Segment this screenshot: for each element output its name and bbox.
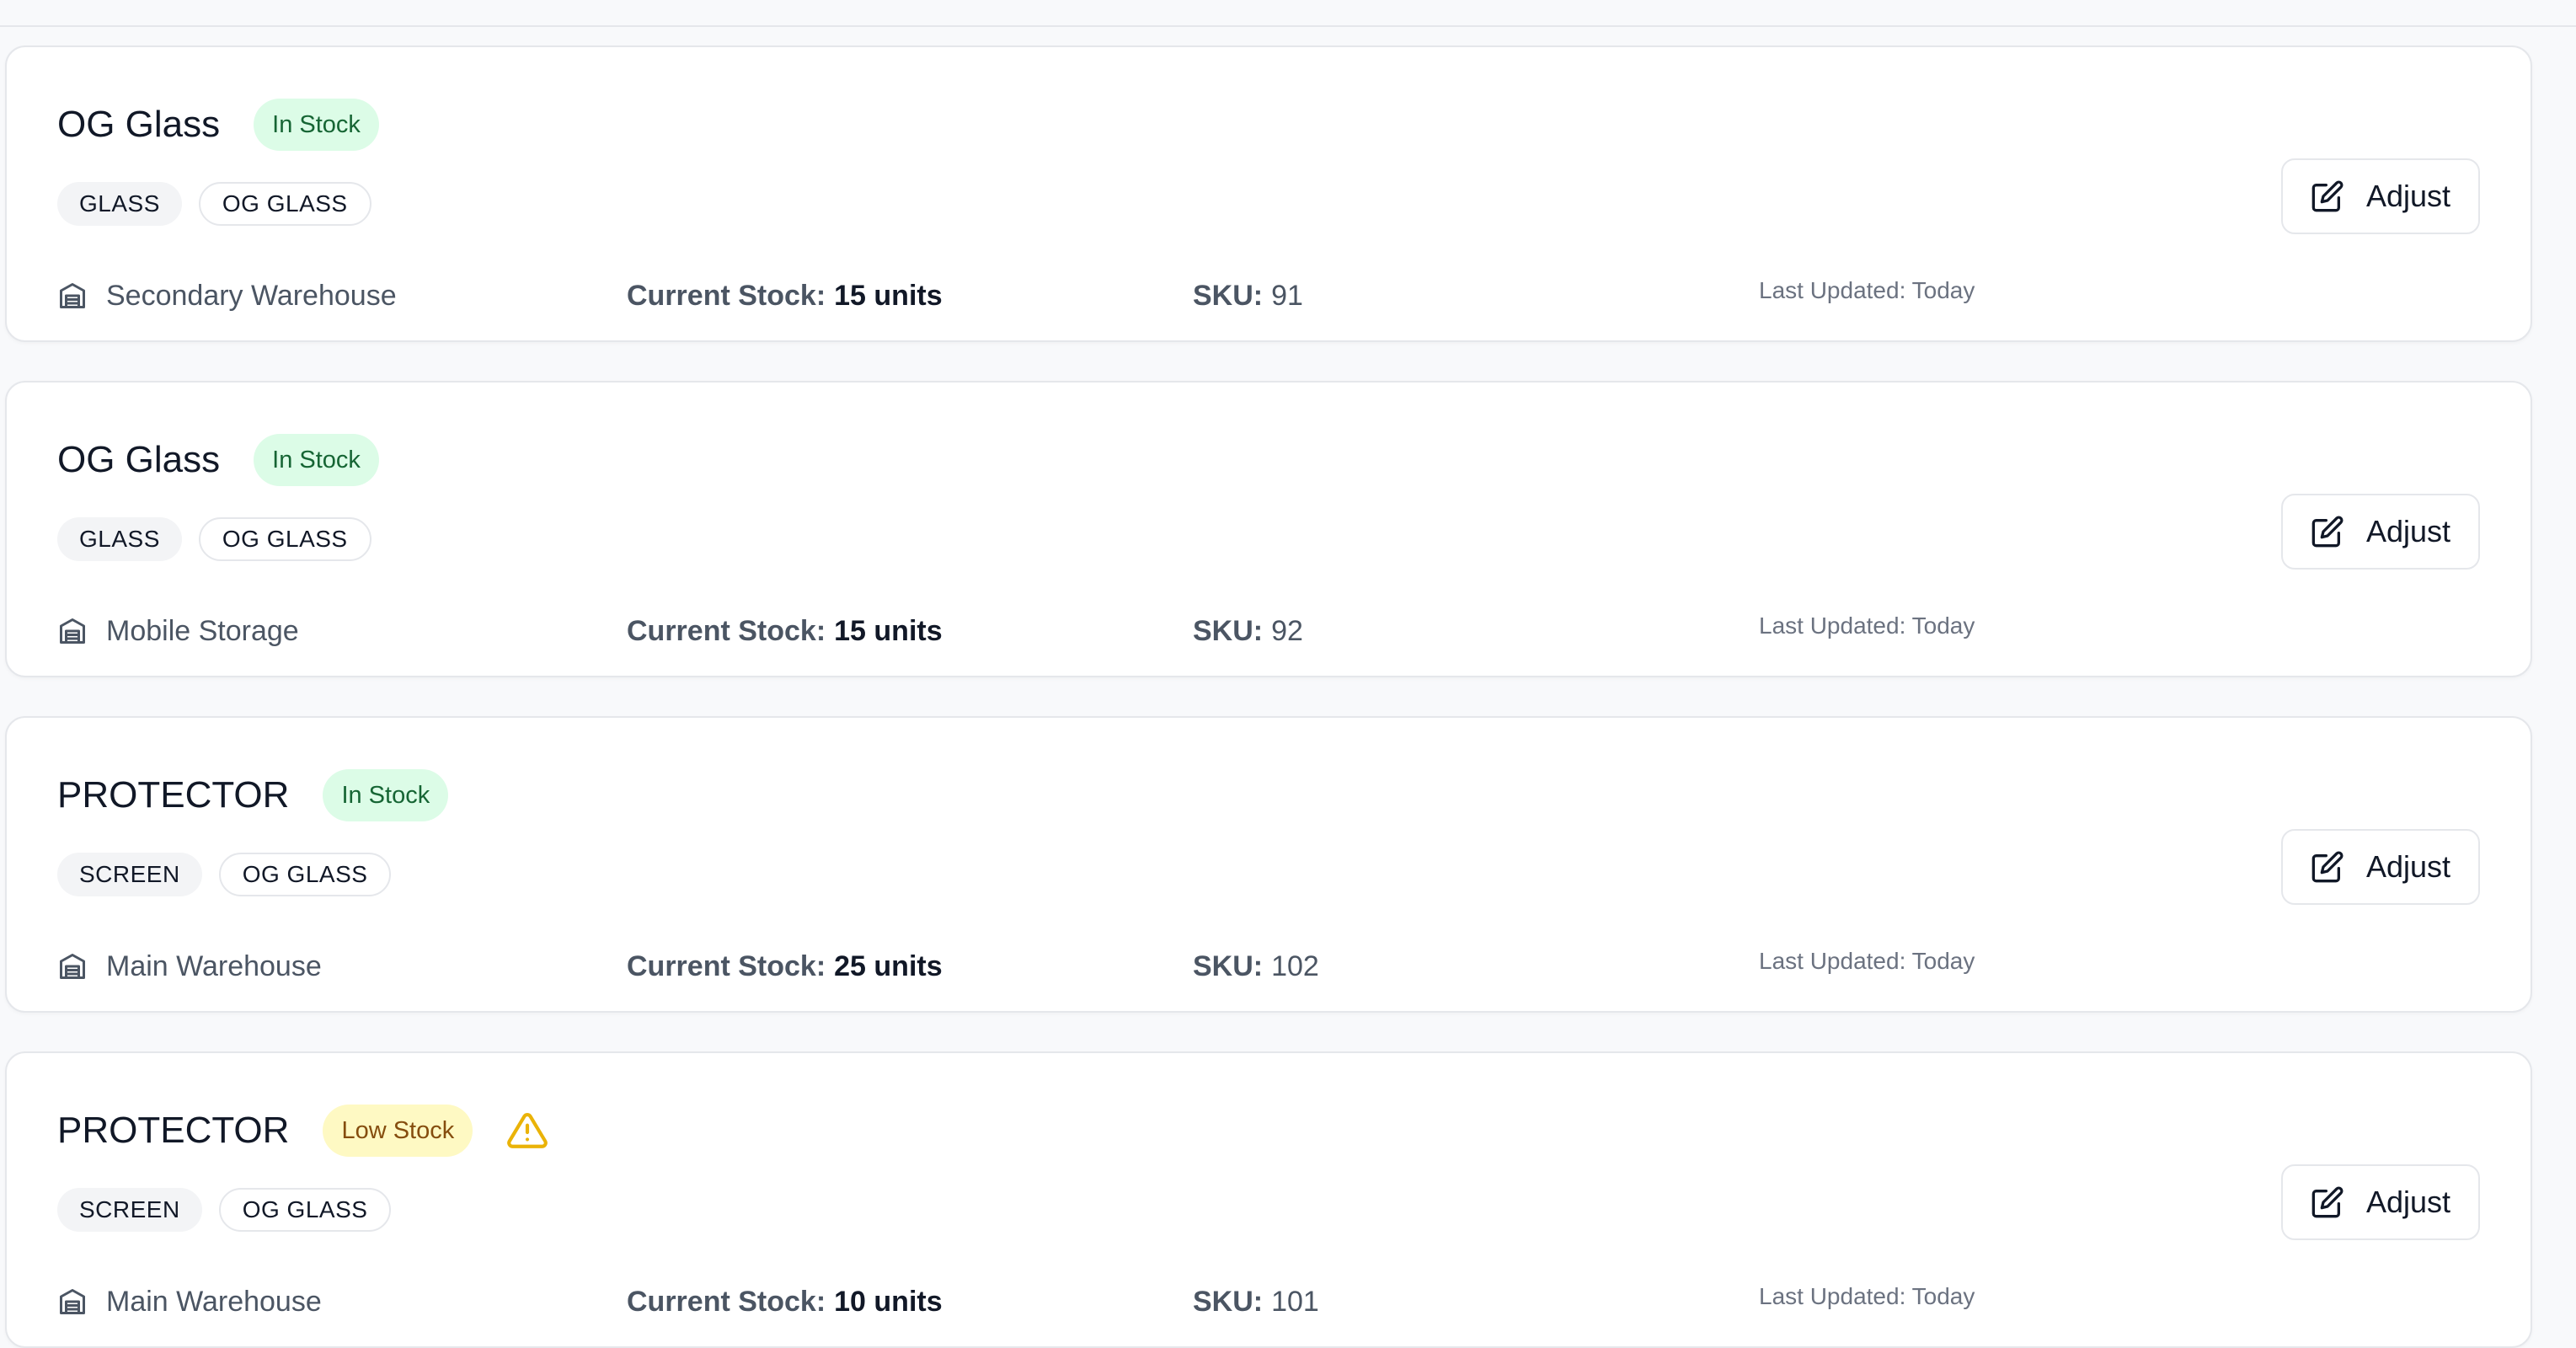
- location-name: Secondary Warehouse: [106, 279, 397, 312]
- adjust-label: Adjust: [2365, 514, 2451, 548]
- item-name: PROTECTOR: [57, 774, 290, 816]
- brand-tag: OG GLASS: [198, 517, 371, 561]
- brand-tag: OG GLASS: [198, 182, 371, 226]
- last-updated: Last Updated: Today: [1759, 277, 1975, 303]
- card-meta-row: Main Warehouse Current Stock: 10 units S…: [57, 1281, 1995, 1323]
- card-title-row: OG Glass In Stock: [57, 98, 379, 152]
- location-name: Main Warehouse: [106, 1285, 322, 1318]
- adjust-label: Adjust: [2365, 1185, 2451, 1219]
- warehouse-icon: [60, 954, 85, 979]
- sku-label: SKU:: [1193, 1285, 1264, 1318]
- stock-label: Current Stock:: [627, 1285, 826, 1318]
- sku-value: 92: [1271, 614, 1303, 647]
- edit-icon: [2311, 180, 2344, 212]
- status-badge: In Stock: [323, 769, 449, 821]
- inventory-card: OG Glass In Stock GLASS OG GLASS Mobile …: [5, 381, 2532, 677]
- inventory-card: PROTECTOR Low Stock SCREEN OG GLASS Main…: [5, 1051, 2532, 1348]
- last-updated: Last Updated: Today: [1759, 948, 1975, 974]
- sku: SKU: 91: [1193, 275, 1303, 317]
- tag-list: GLASS OG GLASS: [57, 182, 388, 226]
- location-name: Mobile Storage: [106, 614, 299, 647]
- tag-list: SCREEN OG GLASS: [57, 853, 408, 896]
- brand-tag: OG GLASS: [218, 1188, 392, 1232]
- sku-value: 102: [1271, 949, 1319, 982]
- card-title-row: OG Glass In Stock: [57, 433, 379, 487]
- location: Main Warehouse: [57, 1281, 322, 1323]
- category-tag: SCREEN: [57, 853, 202, 896]
- stock-label: Current Stock:: [627, 279, 826, 312]
- sku: SKU: 102: [1193, 945, 1319, 987]
- card-meta-row: Secondary Warehouse Current Stock: 15 un…: [57, 275, 1995, 317]
- adjust-button[interactable]: Adjust: [2281, 1164, 2480, 1240]
- current-stock: Current Stock: 15 units: [627, 610, 943, 652]
- edit-icon: [2311, 516, 2344, 548]
- last-updated: Last Updated: Today: [1759, 612, 1975, 639]
- sku-label: SKU:: [1193, 949, 1264, 982]
- stock-label: Current Stock:: [627, 614, 826, 647]
- adjust-button[interactable]: Adjust: [2281, 494, 2480, 570]
- item-name: PROTECTOR: [57, 1110, 290, 1151]
- current-stock: Current Stock: 10 units: [627, 1281, 943, 1323]
- status-badge: In Stock: [254, 99, 379, 151]
- stock-label: Current Stock:: [627, 949, 826, 982]
- adjust-button[interactable]: Adjust: [2281, 158, 2480, 234]
- stock-value: 15 units: [834, 614, 943, 647]
- status-badge: In Stock: [254, 434, 379, 486]
- tag-list: SCREEN OG GLASS: [57, 1188, 408, 1232]
- card-meta-row: Mobile Storage Current Stock: 15 units S…: [57, 610, 1995, 652]
- sku-value: 91: [1271, 279, 1303, 312]
- category-tag: SCREEN: [57, 1188, 202, 1232]
- stock-value: 25 units: [834, 949, 943, 982]
- status-badge: Low Stock: [323, 1105, 473, 1157]
- category-tag: GLASS: [57, 182, 182, 226]
- sku-label: SKU:: [1193, 614, 1264, 647]
- current-stock: Current Stock: 15 units: [627, 275, 943, 317]
- card-title-row: PROTECTOR Low Stock: [57, 1104, 548, 1158]
- adjust-button[interactable]: Adjust: [2281, 829, 2480, 905]
- warehouse-icon: [60, 1289, 85, 1314]
- category-tag: GLASS: [57, 517, 182, 561]
- sku: SKU: 101: [1193, 1281, 1319, 1323]
- brand-tag: OG GLASS: [218, 853, 392, 896]
- adjust-label: Adjust: [2365, 179, 2451, 213]
- location: Secondary Warehouse: [57, 275, 397, 317]
- inventory-card: OG Glass In Stock GLASS OG GLASS Seconda…: [5, 45, 2532, 342]
- sku: SKU: 92: [1193, 610, 1303, 652]
- adjust-label: Adjust: [2365, 849, 2451, 884]
- item-name: OG Glass: [57, 104, 221, 145]
- card-meta-row: Main Warehouse Current Stock: 25 units S…: [57, 945, 1995, 987]
- edit-icon: [2311, 851, 2344, 883]
- sku-label: SKU:: [1193, 279, 1264, 312]
- warehouse-icon: [60, 618, 85, 644]
- location: Main Warehouse: [57, 945, 322, 987]
- stock-value: 15 units: [834, 279, 943, 312]
- stock-value: 10 units: [834, 1285, 943, 1318]
- last-updated: Last Updated: Today: [1759, 1283, 1975, 1309]
- card-title-row: PROTECTOR In Stock: [57, 768, 449, 822]
- warehouse-icon: [60, 283, 85, 308]
- current-stock: Current Stock: 25 units: [627, 945, 943, 987]
- header-divider: [0, 25, 2576, 27]
- tag-list: GLASS OG GLASS: [57, 517, 388, 561]
- location-name: Main Warehouse: [106, 949, 322, 982]
- location: Mobile Storage: [57, 610, 299, 652]
- inventory-card: PROTECTOR In Stock SCREEN OG GLASS Main …: [5, 716, 2532, 1013]
- item-name: OG Glass: [57, 439, 221, 480]
- warning-triangle-icon: [507, 1112, 548, 1148]
- edit-icon: [2311, 1186, 2344, 1218]
- sku-value: 101: [1271, 1285, 1319, 1318]
